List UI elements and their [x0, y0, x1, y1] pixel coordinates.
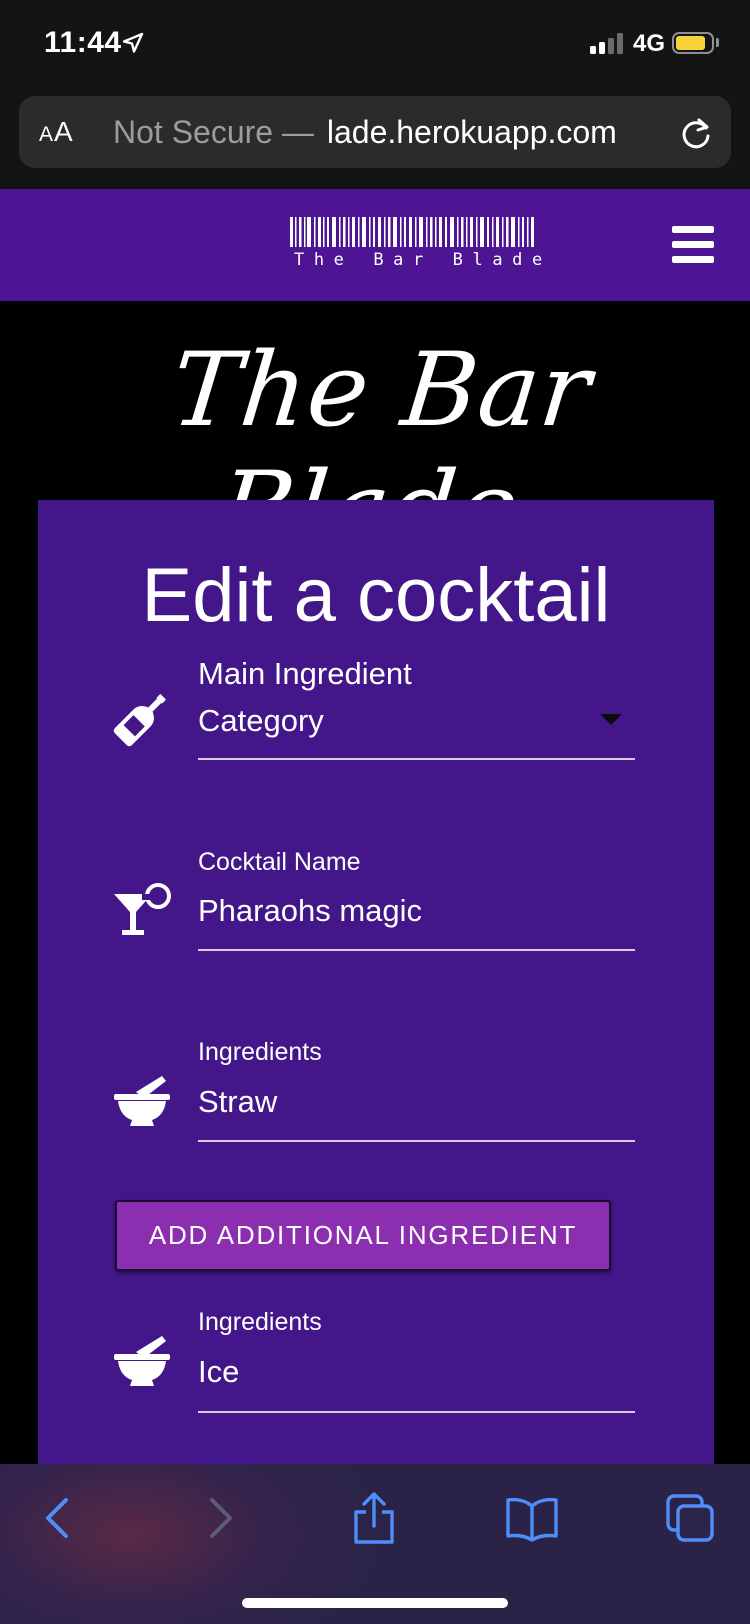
text-size-button[interactable]: AA	[39, 116, 74, 148]
home-indicator[interactable]	[242, 1598, 508, 1608]
ingredient-label: Ingredients	[198, 1308, 322, 1336]
ingredient-input[interactable]: Ice	[198, 1354, 239, 1390]
battery-tip	[716, 38, 719, 47]
share-icon[interactable]	[348, 1492, 400, 1544]
site-navbar: The Bar Blade	[0, 189, 750, 301]
ingredient-underline	[198, 1411, 635, 1413]
network-type: 4G	[633, 30, 666, 57]
ingredient-input[interactable]: Straw	[198, 1084, 277, 1120]
reload-icon[interactable]	[679, 116, 713, 150]
barcode-icon	[290, 217, 534, 247]
logo-text: The Bar Blade	[294, 250, 552, 270]
site-logo[interactable]: The Bar Blade	[290, 217, 542, 273]
bookmarks-icon[interactable]	[506, 1492, 558, 1544]
mortar-pestle-icon	[114, 1336, 170, 1386]
main-ingredient-selected[interactable]: Category	[198, 703, 324, 739]
add-ingredient-button[interactable]: ADD ADDITIONAL INGREDIENT	[115, 1200, 611, 1271]
ingredient-label: Ingredients	[198, 1038, 322, 1066]
mortar-pestle-icon	[114, 1076, 170, 1126]
cocktail-name-underline	[198, 949, 635, 951]
back-icon[interactable]	[34, 1492, 86, 1544]
ingredient-underline	[198, 1140, 635, 1142]
cocktail-name-input[interactable]: Pharaohs magic	[198, 893, 422, 929]
url-text[interactable]: Not Secure — lade.herokuapp.com	[113, 114, 617, 151]
url-domain: lade.herokuapp.com	[326, 114, 617, 150]
address-bar[interactable]: AA Not Secure — lade.herokuapp.com	[19, 96, 731, 168]
cocktail-name-label: Cocktail Name	[198, 848, 361, 876]
status-bar: 11:44 4G	[0, 0, 750, 90]
url-security-label: Not Secure —	[113, 114, 314, 150]
tabs-icon[interactable]	[664, 1492, 716, 1544]
edit-cocktail-form: Edit a cocktail Main Ingredient Category…	[38, 500, 714, 1480]
main-ingredient-underline	[198, 758, 635, 760]
browser-address-area: AA Not Secure — lade.herokuapp.com	[0, 90, 750, 189]
chevron-down-icon[interactable]	[600, 714, 622, 725]
forward-icon[interactable]	[192, 1492, 244, 1544]
wine-bottle-icon	[113, 694, 166, 747]
main-ingredient-label: Main Ingredient	[198, 656, 412, 691]
form-title: Edit a cocktail	[141, 553, 611, 638]
hero-banner: The Bar Blade	[0, 301, 750, 569]
battery-icon	[672, 32, 714, 54]
status-time: 11:44	[44, 26, 122, 59]
hamburger-menu-icon[interactable]	[672, 226, 714, 264]
location-arrow-icon	[122, 32, 144, 53]
cocktail-glass-icon	[114, 883, 171, 935]
cellular-signal-icon	[590, 32, 626, 54]
